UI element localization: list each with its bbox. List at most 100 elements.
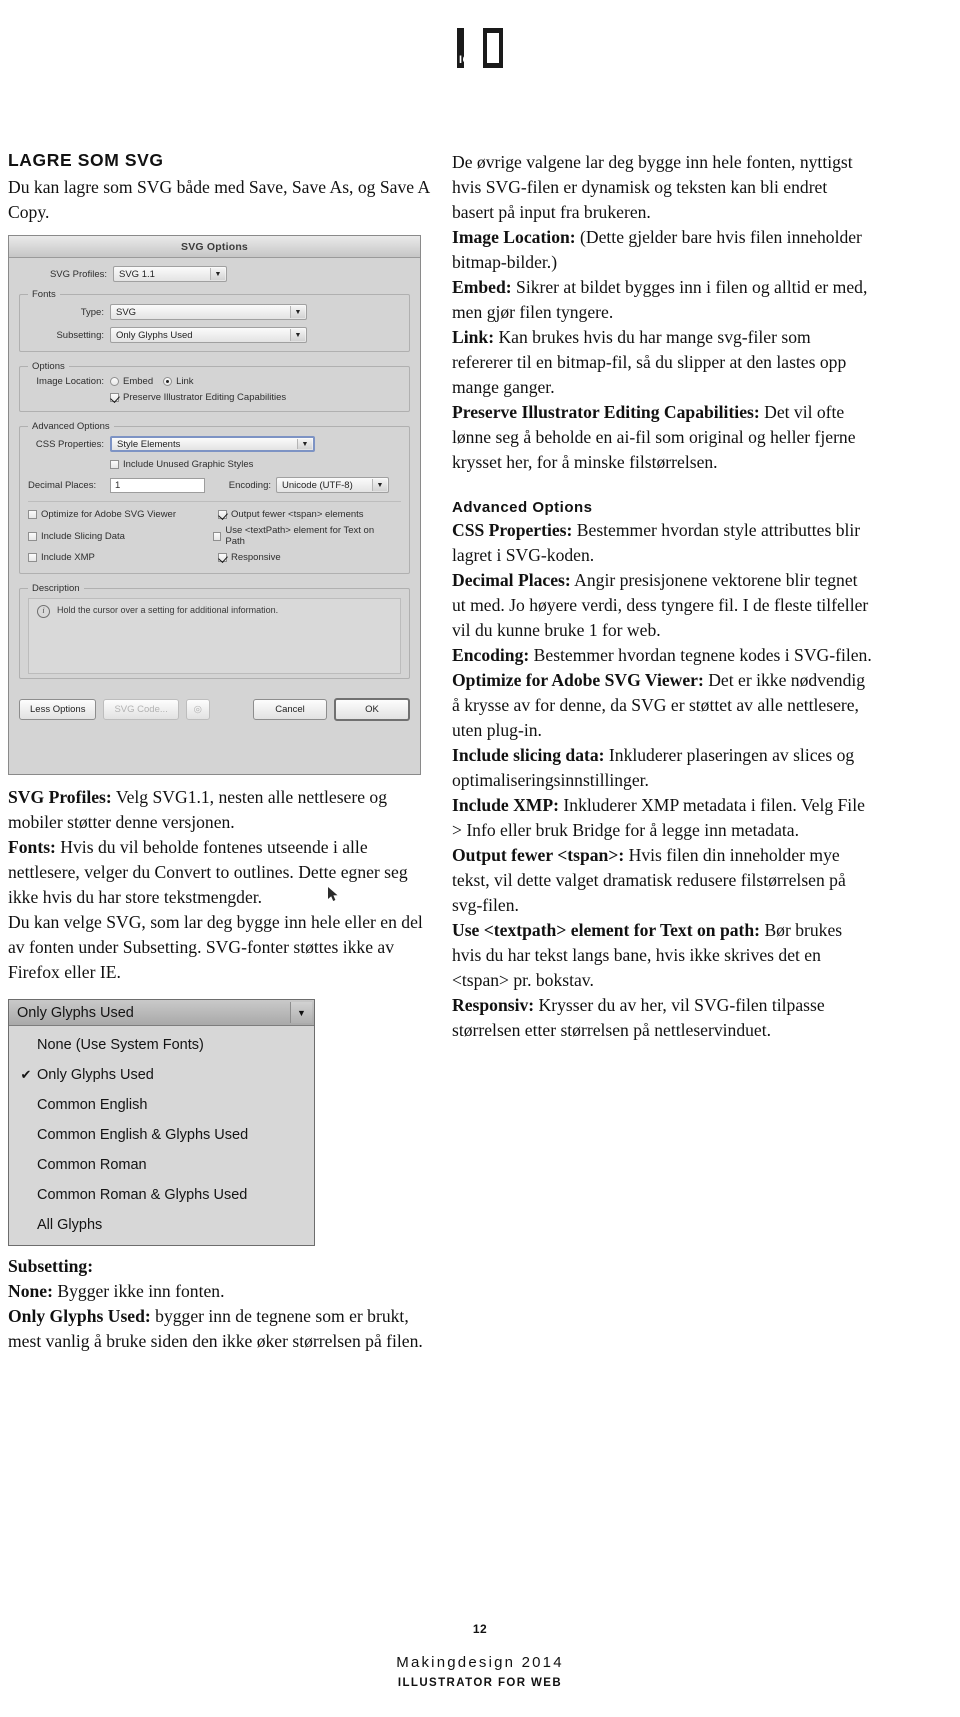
include-xmp-checkbox[interactable]: Include XMP [28, 552, 208, 563]
logo-bar-right [483, 28, 503, 68]
term-use-textpath: Use <textpath> element for Text on path: [452, 920, 761, 940]
dropdown-selected-value: Only Glyphs Used [17, 1004, 134, 1021]
term-output-fewer-tspan: Output fewer <tspan>: [452, 845, 625, 865]
chevron-down-icon[interactable]: ▼ [290, 329, 305, 341]
include-unused-graphic-styles-checkbox[interactable]: Include Unused Graphic Styles [110, 459, 253, 470]
encoding-select[interactable]: Unicode (UTF-8) ▼ [276, 477, 389, 493]
term-include-slicing: Include slicing data: [452, 745, 605, 765]
check-icon: ✔ [20, 1067, 32, 1082]
term-encoding: Encoding: [452, 645, 530, 665]
output-fewer-tspan-checkbox[interactable]: Output fewer <tspan> elements [218, 509, 364, 520]
svg-options-dialog: SVG Options SVG Profiles: SVG 1.1 ▼ Font… [8, 235, 421, 901]
css-properties-row: CSS Properties: Style Elements ▼ [28, 436, 401, 452]
paragraph-encoding: Encoding: Bestemmer hvordan tegnene kode… [452, 643, 872, 668]
dialog-titlebar: SVG Options [9, 236, 420, 258]
term-link: Link: [452, 327, 495, 347]
advanced-options-legend: Advanced Options [32, 421, 110, 432]
checkbox-unchecked-icon [28, 510, 37, 519]
type-value: SVG [116, 306, 137, 318]
term-preserve-illustrator: Preserve Illustrator Editing Capabilitie… [452, 402, 760, 422]
dropdown-item[interactable]: All Glyphs [9, 1210, 314, 1240]
publisher-logo: IGM [0, 28, 960, 68]
responsive-label: Responsive [231, 552, 281, 563]
use-textpath-checkbox[interactable]: Use <textPath> element for Text on Path [212, 525, 391, 547]
left-after-dropdown-text: Subsetting: None: Bygger ikke inn fonten… [8, 1254, 433, 1354]
dropdown-item[interactable]: Common Roman [9, 1150, 314, 1180]
chevron-down-icon[interactable]: ▼ [297, 439, 312, 449]
dropdown-item[interactable]: ✔ Only Glyphs Used [9, 1060, 314, 1090]
link-radio[interactable]: Link [163, 376, 194, 387]
dropdown-item[interactable]: Common English & Glyphs Used [9, 1120, 314, 1150]
embed-label: Embed [123, 376, 154, 387]
dialog-body: SVG Profiles: SVG 1.1 ▼ Fonts Type: SVG … [9, 258, 420, 679]
include-slicing-data-checkbox[interactable]: Include Slicing Data [28, 531, 203, 542]
include-unused-row: Include Unused Graphic Styles [28, 459, 401, 470]
dropdown-item[interactable]: None (Use System Fonts) [9, 1030, 314, 1060]
paragraph-embed: Embed: Sikrer at bildet bygges inn i fil… [452, 275, 872, 325]
preview-icon-button[interactable]: ◎ [185, 699, 210, 720]
dropdown-item-label: None (Use System Fonts) [37, 1037, 204, 1053]
decimal-places-label: Decimal Places: [28, 479, 97, 491]
subsetting-dropdown-screenshot: Only Glyphs Used ▼ None (Use System Font… [8, 999, 315, 1246]
decimal-places-input[interactable]: 1 [110, 477, 205, 493]
paragraph-include-xmp: Include XMP: Inkluderer XMP metadata i f… [452, 793, 872, 843]
paragraph-ovrige-valgene: De øvrige valgene lar deg bygge inn hele… [452, 152, 853, 222]
description-legend: Description [32, 583, 80, 594]
paragraph-decimal-places: Decimal Places: Angir presisjonene vekto… [452, 568, 872, 643]
css-properties-select[interactable]: Style Elements ▼ [110, 436, 315, 452]
intro-paragraph: Du kan lagre som SVG både med Save, Save… [8, 177, 430, 222]
checkbox-checked-icon [218, 553, 227, 562]
output-fewer-label: Output fewer <tspan> elements [231, 509, 364, 520]
chevron-down-icon[interactable]: ▼ [290, 306, 305, 318]
type-select[interactable]: SVG ▼ [110, 304, 307, 320]
preserve-editing-checkbox[interactable]: Preserve Illustrator Editing Capabilitie… [110, 392, 286, 403]
left-after-dialog-text: SVG Profiles: Velg SVG1.1, nesten alle n… [8, 785, 433, 985]
page-footer: 12 Makingdesign 2014 ILLUSTRATOR FOR WEB [0, 1622, 960, 1689]
footer-subtitle: ILLUSTRATOR FOR WEB [397, 1677, 563, 1689]
responsive-checkbox[interactable]: Responsive [218, 552, 281, 563]
advanced-options-group: Advanced Options CSS Properties: Style E… [19, 421, 410, 574]
paragraph-svg-profiles: SVG Profiles: Velg SVG1.1, nesten alle n… [8, 785, 433, 835]
dropdown-item[interactable]: Common English [9, 1090, 314, 1120]
term-css-properties: CSS Properties: [452, 520, 573, 540]
dropdown-item-label: Common Roman & Glyphs Used [37, 1187, 248, 1203]
dropdown-list: None (Use System Fonts) ✔ Only Glyphs Us… [9, 1026, 314, 1245]
term-svg-profiles: SVG Profiles: [8, 787, 112, 807]
include-slicing-label: Include Slicing Data [41, 530, 125, 542]
dropdown-item[interactable]: Common Roman & Glyphs Used [9, 1180, 314, 1210]
text-link: Kan brukes hvis du har mange svg-filer s… [452, 327, 847, 397]
checkbox-row-1: Optimize for Adobe SVG Viewer Output few… [28, 509, 401, 520]
less-options-button[interactable]: Less Options [19, 699, 97, 720]
decimal-encoding-row: Decimal Places: 1 Encoding: Unicode (UTF… [28, 477, 401, 493]
ok-button[interactable]: OK [334, 698, 410, 721]
svg-profiles-select[interactable]: SVG 1.1 ▼ [113, 266, 227, 282]
paragraph-only-glyphs-used: Only Glyphs Used: bygger inn de tegnene … [8, 1304, 433, 1354]
text-subsetting-intro: Du kan velge SVG, som lar deg bygge inn … [8, 912, 423, 982]
chevron-down-icon[interactable]: ▼ [210, 268, 225, 280]
checkbox-unchecked-icon [28, 553, 37, 562]
subsetting-select[interactable]: Only Glyphs Used ▼ [110, 327, 307, 343]
text-embed: Sikrer at bildet bygges inn i filen og a… [452, 277, 868, 322]
fonts-group-legend: Fonts [32, 289, 56, 300]
optimize-adobe-viewer-checkbox[interactable]: Optimize for Adobe SVG Viewer [28, 509, 208, 520]
fonts-group: Fonts Type: SVG ▼ Subsetting: Only Glyph… [19, 289, 410, 352]
paragraph-image-location: Image Location: (Dette gjelder bare hvis… [452, 225, 872, 275]
preserve-label: Preserve Illustrator Editing Capabilitie… [123, 392, 287, 403]
svg-code-button[interactable]: SVG Code... [103, 699, 179, 720]
paragraph-css-properties: CSS Properties: Bestemmer hvordan style … [452, 518, 872, 568]
type-row: Type: SVG ▼ [28, 304, 401, 320]
term-include-xmp: Include XMP: [452, 795, 560, 815]
chevron-down-icon[interactable]: ▼ [372, 479, 387, 491]
paragraph-preserve-illustrator: Preserve Illustrator Editing Capabilitie… [452, 400, 872, 475]
subsetting-row: Subsetting: Only Glyphs Used ▼ [28, 327, 401, 343]
preserve-row: Preserve Illustrator Editing Capabilitie… [28, 392, 401, 403]
options-group: Options Image Location: Embed Link Prese… [19, 361, 410, 412]
paragraph-subsetting-head: Subsetting: [8, 1254, 433, 1279]
dropdown-selected-field[interactable]: Only Glyphs Used ▼ [9, 1000, 314, 1026]
embed-radio[interactable]: Embed [110, 376, 153, 387]
cancel-button[interactable]: Cancel [253, 699, 327, 720]
css-properties-value: Style Elements [117, 438, 181, 450]
right-column: De øvrige valgene lar deg bygge inn hele… [452, 150, 872, 1043]
subsetting-label: Subsetting: [56, 329, 104, 341]
chevron-down-icon[interactable]: ▼ [290, 1002, 312, 1023]
